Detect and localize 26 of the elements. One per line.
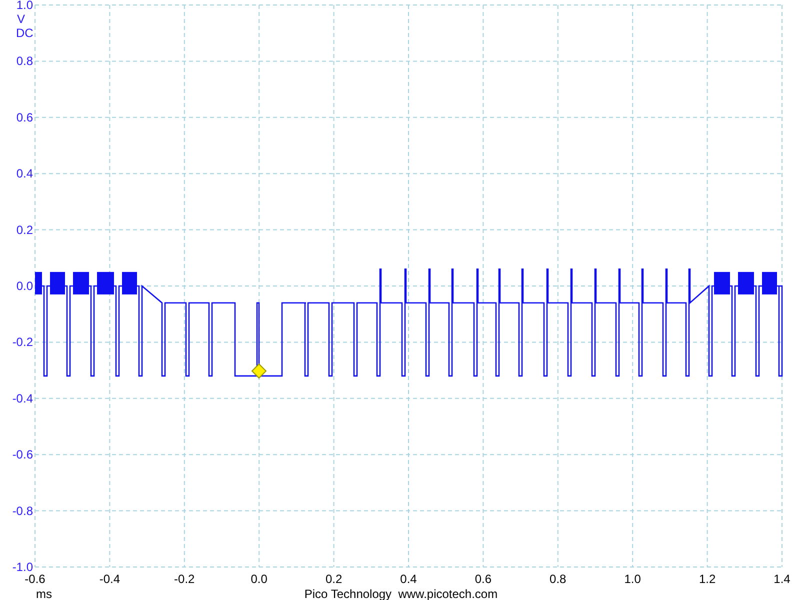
unit-label: ms (36, 587, 52, 600)
y-tick-label: -0.8 (12, 504, 33, 518)
x-tick-label: 1.0 (624, 572, 641, 586)
y-tick-label: 0.2 (16, 222, 33, 237)
y-tick-label: 0.6 (16, 110, 33, 124)
x-tick-label: 1.2 (698, 572, 716, 586)
y-tick-label: -0.4 (12, 391, 33, 406)
x-tick-label: 0.0 (250, 572, 268, 586)
y-tick-label: 0.4 (16, 166, 33, 181)
trigger-marker-icon[interactable] (251, 363, 267, 379)
y-tick-label: -1.0 (12, 560, 33, 574)
x-tick-label: 0.8 (550, 572, 566, 586)
y-tick-label: -0.2 (12, 335, 33, 350)
y-tick-label: -0.6 (12, 448, 33, 462)
x-tick-label: 0.6 (474, 572, 492, 586)
coupling-label: DC (16, 26, 34, 40)
unit-label: V (17, 12, 26, 26)
x-tick-label: -0.2 (174, 572, 195, 586)
x-tick-label: 0.2 (325, 572, 342, 586)
x-tick-label: 1.4 (774, 572, 790, 586)
y-tick-label: 0.0 (16, 279, 33, 293)
x-tick-label: 0.4 (400, 572, 417, 586)
x-tick-label: -0.4 (99, 572, 120, 586)
x-tick-label: -0.6 (24, 572, 46, 586)
y-tick-label: 1.0 (16, 0, 33, 12)
y-tick-label: 0.8 (16, 54, 33, 68)
